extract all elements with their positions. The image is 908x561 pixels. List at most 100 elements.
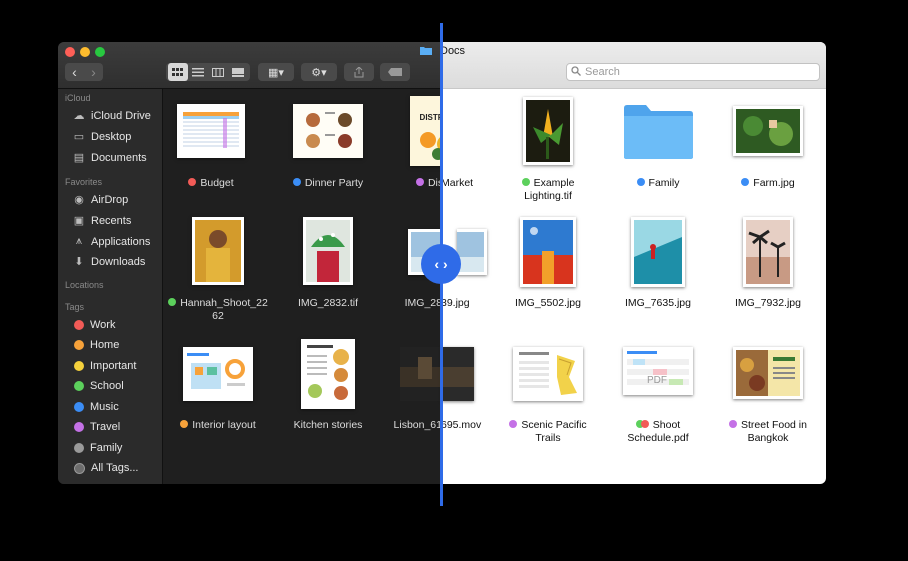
file-label: Shoot Schedule.pdf: [608, 419, 708, 444]
sidebar-tag-work[interactable]: Work: [72, 319, 115, 331]
sidebar-tag-family[interactable]: Family: [72, 442, 122, 454]
tag-dot: [74, 402, 84, 412]
file-label: Interior layout: [168, 419, 268, 432]
file-name: Family: [648, 177, 680, 189]
video-thumbnail-part: [442, 347, 474, 401]
tag-icon: [388, 68, 402, 76]
sidebar-item-label: Family: [90, 442, 123, 454]
file-name-line2: Bangkok: [747, 431, 789, 444]
sidebar-tag-important[interactable]: Important: [72, 360, 136, 372]
gear-icon: ⚙▾: [311, 66, 327, 79]
file-name: Scenic Pacific: [521, 419, 587, 431]
photo-thumbnail: [631, 217, 685, 287]
back-button[interactable]: ‹: [72, 64, 77, 80]
file-label: IMG_7635.jpg: [608, 297, 708, 310]
search-icon: [571, 65, 581, 79]
tag-dot: [74, 361, 84, 371]
tag-dot: [168, 298, 177, 306]
columns-icon: [212, 67, 224, 77]
file-label: Family: [608, 177, 708, 190]
file-label: Scenic Pacific Trails: [498, 419, 598, 444]
cloud-icon: ☁: [73, 110, 85, 122]
file-name-line2: Trails: [535, 431, 561, 444]
column-view-button[interactable]: [208, 63, 228, 81]
tag-dot: [636, 178, 645, 186]
gallery-icon: [232, 67, 244, 77]
tag-dot: [74, 320, 84, 330]
video-thumbnail: [400, 347, 442, 401]
file-label: Lisbon_61: [388, 419, 442, 432]
grid-icon: [172, 67, 183, 76]
share-button[interactable]: [344, 63, 374, 81]
tag-dot: [74, 340, 84, 350]
photo-thumbnail: [743, 217, 793, 287]
applications-icon: ⩚: [75, 235, 83, 247]
file-name-line2: Lighting.tif: [524, 189, 572, 202]
toolbar: Docs Search: [420, 42, 826, 89]
sidebar-item-label: Documents: [91, 151, 147, 164]
sidebar-item-recents[interactable]: ▣ Recents: [72, 214, 132, 228]
tag-dot: [640, 420, 649, 428]
file-name: IMG_5502.jpg: [515, 297, 581, 309]
sidebar-item-airdrop[interactable]: ◉ AirDrop: [72, 193, 129, 207]
pdf-thumbnail: PDF: [623, 347, 693, 395]
file-label: Dinner Party: [278, 177, 378, 190]
sidebar-tag-school[interactable]: School: [72, 380, 124, 392]
document-icon: ▤: [73, 152, 85, 164]
desktop-icon: ▭: [73, 131, 85, 143]
photo-thumbnail-part: [457, 229, 487, 275]
gallery-view-button[interactable]: [228, 63, 248, 81]
tag-dot: [521, 178, 530, 186]
file-label: IMG_28: [388, 297, 442, 310]
file-label: Street Food in Bangkok: [718, 419, 818, 444]
sidebar-item-downloads[interactable]: ⬇ Downloads: [72, 255, 145, 269]
sidebar-item-applications[interactable]: ⩚ Applications: [72, 235, 150, 248]
list-icon: [192, 67, 204, 76]
sidebar-item-label: AirDrop: [91, 193, 129, 206]
spreadsheet-thumbnail: [177, 104, 245, 158]
file-name: Interior layout: [192, 419, 256, 431]
file-name: Farm.jpg: [753, 177, 795, 189]
sidebar-item-documents[interactable]: ▤ Documents: [72, 151, 147, 165]
compare-handle[interactable]: ‹ ›: [421, 244, 461, 284]
tag-dot: [180, 420, 189, 428]
file-label: Market: [441, 177, 481, 190]
file-name: Budget: [200, 177, 234, 189]
sidebar-tag-home[interactable]: Home: [72, 339, 119, 351]
photo-thumbnail: [303, 217, 353, 285]
forward-button[interactable]: ›: [91, 64, 96, 80]
sidebar-tag-travel[interactable]: Travel: [72, 421, 120, 433]
file-name: IMG_7635.jpg: [625, 297, 691, 309]
minimize-button[interactable]: [80, 47, 90, 57]
download-icon: ⬇: [74, 256, 84, 268]
file-label: Kitchen stories: [278, 419, 378, 432]
sidebar-item-desktop[interactable]: ▭ Desktop: [72, 130, 132, 144]
search-field[interactable]: Search: [566, 63, 820, 81]
file-name: 695.mov: [441, 419, 482, 431]
list-view-button[interactable]: [188, 63, 208, 81]
photo-thumbnail: [733, 106, 803, 156]
airdrop-icon: ◉: [74, 194, 84, 206]
sidebar-item-label: Desktop: [91, 130, 132, 143]
close-button[interactable]: [65, 47, 75, 57]
menu-thumbnail: [293, 104, 363, 158]
navigation-buttons: ‹ ›: [65, 63, 103, 81]
sidebar-item-icloud-drive[interactable]: ☁ iCloud Drive: [72, 109, 151, 123]
magazine-thumbnail: [301, 339, 355, 409]
photo-thumbnail: [520, 217, 576, 287]
sidebar-tag-all-tags[interactable]: All Tags...: [72, 462, 139, 474]
sidebar-heading-icloud: iCloud: [65, 93, 91, 103]
chevrons-icon: ‹ ›: [434, 256, 448, 272]
file-name: IMG_28: [404, 297, 442, 309]
file-name: IMG_7932.jpg: [735, 297, 801, 309]
clock-icon: ▣: [73, 215, 85, 227]
file-name: Dinner Party: [304, 177, 364, 189]
sidebar-tag-music[interactable]: Music: [72, 401, 119, 413]
file-name: 39.jpg: [441, 297, 470, 309]
zoom-button[interactable]: [95, 47, 105, 57]
share-icon: [354, 66, 364, 77]
action-menu-button[interactable]: ⚙▾: [301, 63, 337, 81]
tags-button[interactable]: [380, 63, 410, 81]
group-menu-button[interactable]: ▦▾: [258, 63, 294, 81]
icon-view-button[interactable]: [168, 63, 188, 81]
